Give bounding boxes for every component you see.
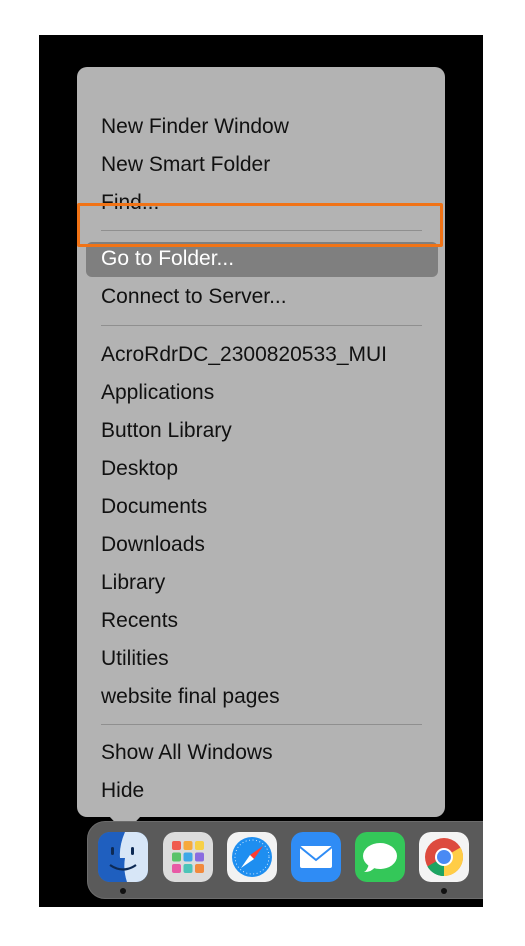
menu-item-downloads[interactable]: Downloads xyxy=(101,527,205,563)
menu-item-documents[interactable]: Documents xyxy=(101,489,207,525)
running-indicator xyxy=(441,888,447,894)
finder-icon[interactable] xyxy=(98,832,148,882)
menu-item-show-all-windows[interactable]: Show All Windows xyxy=(101,735,273,771)
dock xyxy=(87,821,483,899)
menu-item-connect-to-server[interactable]: Connect to Server... xyxy=(101,279,287,315)
chrome-icon[interactable] xyxy=(419,832,469,882)
menu-item-library[interactable]: Library xyxy=(101,565,165,601)
menu-item-button-library[interactable]: Button Library xyxy=(101,413,232,449)
desktop-screen: New Finder Window New Smart Folder Find.… xyxy=(39,35,483,907)
menu-divider xyxy=(101,325,422,326)
highlight-annotation-box xyxy=(77,203,443,247)
menu-item-utilities[interactable]: Utilities xyxy=(101,641,169,677)
running-indicator xyxy=(120,888,126,894)
menu-item-applications[interactable]: Applications xyxy=(101,375,214,411)
messages-icon[interactable] xyxy=(355,832,405,882)
menu-item-hide[interactable]: Hide xyxy=(101,773,144,809)
menu-item-new-smart-folder[interactable]: New Smart Folder xyxy=(101,147,270,183)
launchpad-icon[interactable] xyxy=(163,832,213,882)
finder-context-menu: New Finder Window New Smart Folder Find.… xyxy=(77,67,445,817)
safari-icon[interactable] xyxy=(227,832,277,882)
menu-item-recents[interactable]: Recents xyxy=(101,603,178,639)
menu-divider xyxy=(101,724,422,725)
menu-item-acrordrdc[interactable]: AcroRdrDC_2300820533_MUI xyxy=(101,337,387,373)
menu-item-desktop[interactable]: Desktop xyxy=(101,451,178,487)
menu-item-new-finder-window[interactable]: New Finder Window xyxy=(101,109,289,145)
mail-icon[interactable] xyxy=(291,832,341,882)
menu-item-website-final-pages[interactable]: website final pages xyxy=(101,679,280,715)
